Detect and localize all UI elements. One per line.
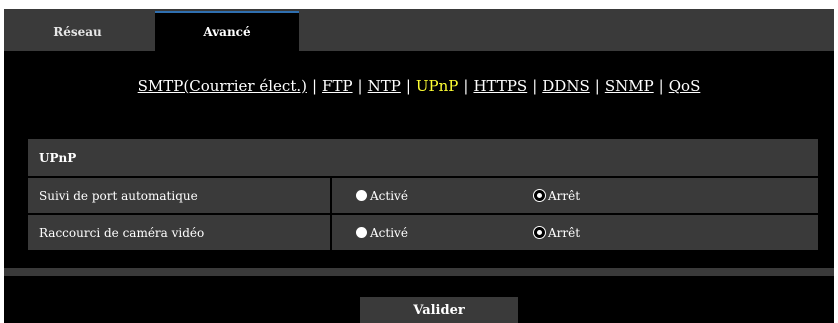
subnav-separator: | <box>405 77 411 95</box>
footer-divider-bar <box>4 268 834 276</box>
radio-checked-icon[interactable] <box>534 190 545 201</box>
subnav-link-upnp[interactable]: UPnP <box>416 77 459 95</box>
subnav-separator: | <box>594 77 600 95</box>
radio-auto-port-off[interactable]: Arrêt <box>534 178 580 213</box>
subnav-separator: | <box>311 77 318 95</box>
protocol-subnav: SMTP(Courrier élect.) | FTP | NTP | UPnP | HTTPS… <box>4 77 834 101</box>
subnav-link-smtp[interactable]: SMTP(Courrier élect.) <box>138 77 307 95</box>
subnav-separator: | <box>357 77 363 95</box>
tab-avance[interactable]: Avancé <box>155 11 299 51</box>
radio-label: Activé <box>370 188 408 203</box>
subnav-separator: | <box>658 77 664 95</box>
subnav-link-ntp[interactable]: NTP <box>368 77 401 95</box>
radio-label: Arrêt <box>548 225 581 240</box>
setting-label: Suivi de port automatique <box>39 188 198 203</box>
subnav-link-snmp[interactable]: SNMP <box>605 77 654 95</box>
radio-checked-icon[interactable] <box>534 227 545 238</box>
radio-camera-shortcut-off[interactable]: Arrêt <box>534 215 580 250</box>
subnav-separator: | <box>532 77 538 95</box>
radio-camera-shortcut-on[interactable]: Activé <box>356 215 408 250</box>
subnav-separator: | <box>463 77 469 95</box>
radio-unchecked-icon[interactable] <box>356 227 367 238</box>
subnav-link-ftp[interactable]: FTP <box>322 77 353 95</box>
page-frame: Réseau Avancé SMTP(Courrier élect.) | FTP |… <box>0 0 838 323</box>
radio-unchecked-icon[interactable] <box>356 190 367 201</box>
radio-auto-port-on[interactable]: Activé <box>356 178 408 213</box>
section-header-upnp: UPnP <box>28 139 818 176</box>
setting-label: Raccourci de caméra vidéo <box>39 225 205 240</box>
submit-button[interactable]: Valider <box>360 297 518 323</box>
column-divider <box>330 215 332 250</box>
tab-bar: Réseau Avancé <box>4 9 834 51</box>
section-title: UPnP <box>39 150 77 165</box>
subnav-link-qos[interactable]: QoS <box>669 77 701 95</box>
subnav-link-ddns[interactable]: DDNS <box>542 77 589 95</box>
settings-panel: Réseau Avancé SMTP(Courrier élect.) | FTP |… <box>4 9 834 323</box>
radio-label: Activé <box>370 225 408 240</box>
setting-row-camera-shortcut: Raccourci de caméra vidéo Activé Arrêt <box>28 215 818 250</box>
tab-reseau[interactable]: Réseau <box>4 13 151 51</box>
setting-row-auto-port: Suivi de port automatique Activé Arrêt <box>28 178 818 213</box>
column-divider <box>330 178 332 213</box>
subnav-link-https[interactable]: HTTPS <box>473 77 527 95</box>
radio-label: Arrêt <box>548 188 581 203</box>
